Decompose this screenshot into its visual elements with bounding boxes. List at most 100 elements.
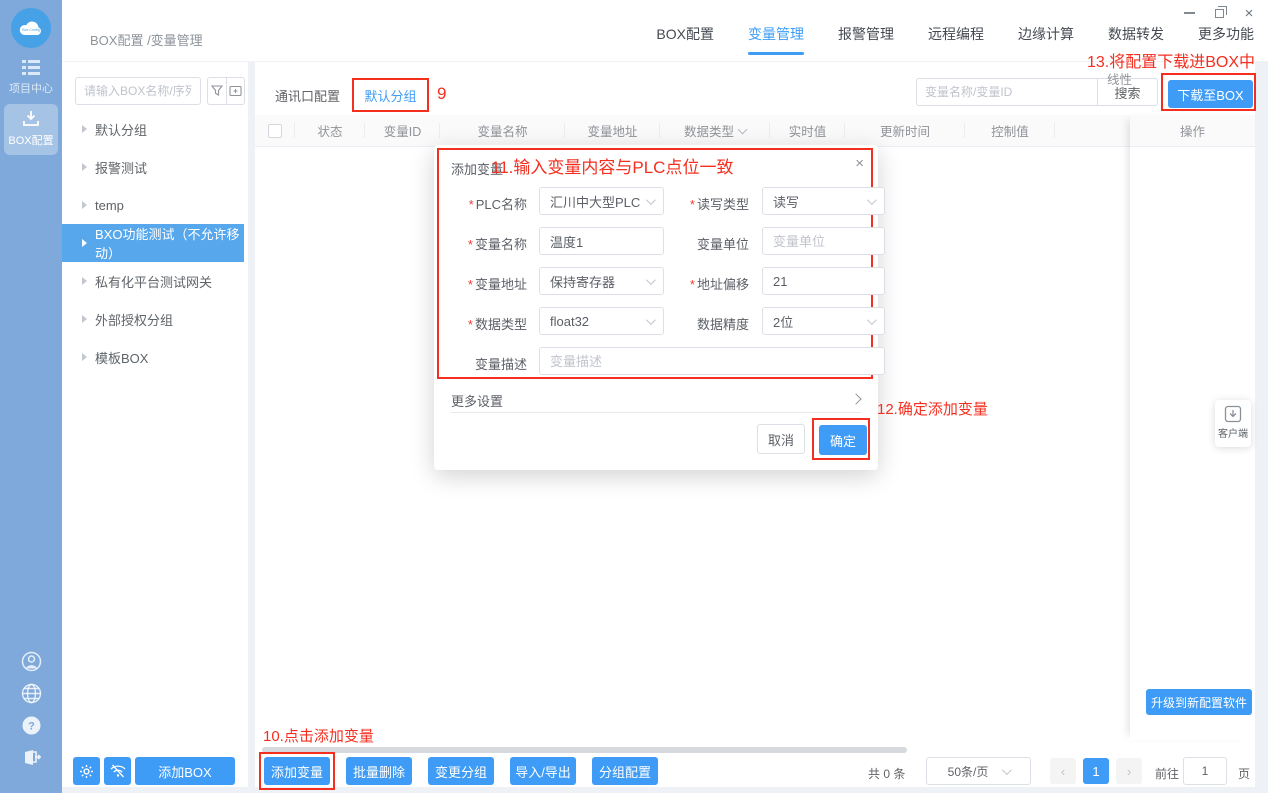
download-to-box-button[interactable]: 下载至BOX: [1168, 80, 1253, 108]
tree-item-template-box[interactable]: 模板BOX: [62, 338, 244, 376]
wifi-config-button[interactable]: [104, 757, 131, 785]
prev-icon: ‹: [1060, 763, 1066, 779]
collapse-arrow-icon: [82, 125, 87, 133]
settings-button[interactable]: [73, 757, 100, 785]
rw-type-select[interactable]: 读写: [762, 187, 885, 215]
tree-item-temp[interactable]: temp: [62, 186, 244, 224]
filter-button[interactable]: [207, 77, 226, 105]
field-label-var-name: * 变量名称: [467, 237, 527, 252]
prev-page-button[interactable]: ‹: [1050, 758, 1076, 784]
change-group-button[interactable]: 变更分组: [428, 757, 494, 785]
rail-item-label: 项目中心: [9, 83, 53, 95]
svg-text:?: ?: [28, 721, 35, 733]
tree-item-alarm-test[interactable]: 报警测试: [62, 148, 244, 186]
globe-icon: [21, 683, 41, 704]
restore-button[interactable]: [1210, 5, 1228, 21]
col-data-type[interactable]: 数据类型: [660, 115, 770, 146]
nav-variable-mgmt[interactable]: 变量管理: [748, 24, 804, 44]
chevron-right-icon[interactable]: [850, 393, 862, 405]
page-size-select[interactable]: 50条/页: [926, 757, 1031, 785]
data-precision-select[interactable]: 2位: [762, 307, 885, 335]
variable-search-input[interactable]: [916, 78, 1098, 106]
annotation-step10: 10.点击添加变量: [263, 728, 374, 745]
exit-door-icon: [25, 750, 41, 765]
nav-data-forwarding[interactable]: 数据转发: [1108, 24, 1164, 44]
tree-item-bxo-test[interactable]: BXO功能测试（不允许移动）: [62, 224, 244, 262]
app-window: { "icons": { "close": "×", "prev": "‹", …: [0, 0, 1268, 793]
collapse-arrow-icon: [82, 353, 87, 361]
rail-item-project-center[interactable]: 项目中心: [0, 60, 62, 96]
col-variable-address: 变量地址: [565, 115, 660, 146]
col-realtime-value: 实时值: [770, 115, 845, 146]
nav-box-config[interactable]: BOX配置: [656, 24, 714, 44]
field-label-plc-name: * PLC名称: [468, 197, 527, 212]
add-box-button[interactable]: 添加BOX: [135, 757, 235, 785]
pagination: 共 0 条 50条/页 ‹ 1 › 前往 页: [855, 757, 1255, 785]
batch-delete-button[interactable]: 批量删除: [346, 757, 412, 785]
app-logo[interactable]: Box Config: [11, 8, 51, 48]
client-download-widget[interactable]: 客户端: [1215, 400, 1251, 447]
select-all-checkbox[interactable]: [268, 123, 282, 138]
group-config-button[interactable]: 分组配置: [592, 757, 658, 785]
sidebar-tools: [207, 77, 245, 105]
horizontal-scrollbar[interactable]: [262, 747, 907, 753]
user-account-button[interactable]: [0, 651, 62, 672]
annotation-step9: 9: [437, 84, 447, 103]
next-icon: ›: [1126, 763, 1132, 779]
upgrade-software-button[interactable]: 升级到新配置软件: [1146, 689, 1252, 715]
logout-button[interactable]: [0, 747, 62, 767]
nav-alarm-mgmt[interactable]: 报警管理: [838, 24, 894, 44]
minimize-button[interactable]: [1180, 5, 1198, 21]
annotation-step11: 11.输入变量内容与PLC点位一致: [491, 158, 734, 177]
add-variable-button[interactable]: 添加变量: [264, 757, 330, 785]
more-settings-toggle[interactable]: 更多设置: [451, 391, 503, 410]
filter-chevron-icon: [737, 124, 748, 134]
box-search-input[interactable]: [75, 77, 201, 105]
sidebar-footer: 添加BOX: [62, 757, 248, 787]
language-globe-button[interactable]: [0, 683, 62, 704]
collapse-arrow-icon: [82, 163, 87, 171]
field-label-data-type: * 数据类型: [467, 317, 527, 332]
addr-offset-input[interactable]: [763, 268, 884, 294]
current-page-button[interactable]: 1: [1083, 758, 1109, 784]
gear-icon: [80, 764, 93, 778]
cancel-button[interactable]: 取消: [757, 424, 805, 454]
col-variable-id: 变量ID: [365, 115, 440, 146]
goto-page-input[interactable]: [1183, 757, 1227, 785]
col-update-time: 更新时间: [845, 115, 965, 146]
rail-item-box-config[interactable]: BOX配置: [4, 104, 58, 155]
help-button[interactable]: ?: [0, 716, 62, 735]
nav-edge-computing[interactable]: 边缘计算: [1018, 24, 1074, 44]
minimize-icon: [1183, 12, 1195, 14]
folder-plus-icon: [229, 85, 242, 97]
chevron-down-icon: [866, 314, 877, 325]
field-label-var-address: * 变量地址: [467, 277, 527, 292]
var-description-input[interactable]: [540, 348, 884, 374]
tree-item-external-auth[interactable]: 外部授权分组: [62, 300, 244, 338]
tree-item-private-platform[interactable]: 私有化平台测试网关: [62, 262, 244, 300]
field-label-addr-offset: * 地址偏移: [689, 277, 749, 292]
tree-item-default-group[interactable]: 默认分组: [62, 110, 244, 148]
box-sidebar: 默认分组 报警测试 temp BXO功能测试（不允许移动） 私有化平台测试网关 …: [62, 62, 248, 787]
client-label: 客户端: [1218, 429, 1248, 440]
var-description-field: [539, 347, 885, 375]
var-unit-input[interactable]: [763, 228, 884, 254]
dialog-close-icon[interactable]: ×: [855, 155, 864, 172]
annotation-box-form: [437, 148, 873, 379]
nav-more-functions[interactable]: 更多功能: [1198, 24, 1254, 44]
tab-default-group-highlight-box: 默认分组: [352, 78, 429, 112]
annotation-step13: 13.将配置下载进BOX中: [1086, 54, 1255, 71]
close-button[interactable]: ×: [1240, 5, 1258, 22]
collapse-arrow-icon: [82, 201, 87, 209]
tab-default-group[interactable]: 默认分组: [364, 86, 416, 105]
import-export-button[interactable]: 导入/导出: [510, 757, 576, 785]
goto-label: 前往: [1155, 767, 1180, 781]
next-page-button[interactable]: ›: [1116, 758, 1142, 784]
tab-comm-port-config[interactable]: 通讯口配置: [275, 86, 340, 105]
add-group-button[interactable]: [226, 77, 245, 105]
add-variable-dialog: 添加变量 11.输入变量内容与PLC点位一致 × * PLC名称 汇川中大型PLC…: [434, 145, 885, 470]
col-action: 操作: [1130, 115, 1255, 147]
nav-remote-programming[interactable]: 远程编程: [928, 24, 984, 44]
funnel-icon: [211, 85, 223, 96]
confirm-button[interactable]: 确定: [819, 425, 867, 455]
